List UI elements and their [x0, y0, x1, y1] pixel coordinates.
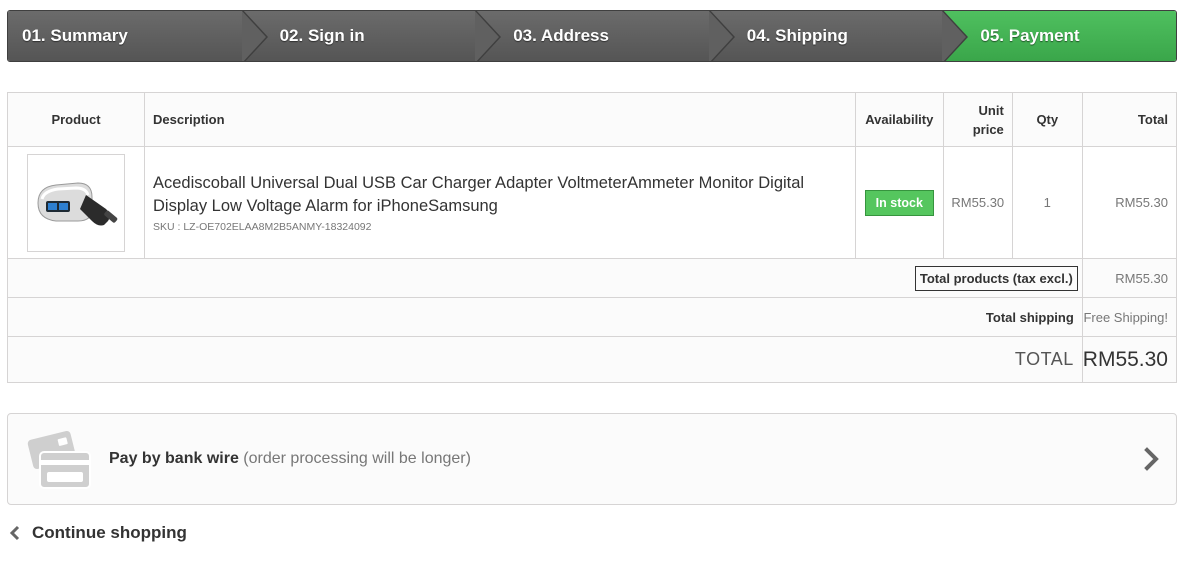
total-products-value: RM55.30 — [1081, 258, 1178, 298]
total-shipping-value: Free Shipping! — [1081, 297, 1178, 337]
step-divider-fill — [942, 11, 967, 61]
total-products-label-cell: Total products (tax excl.) — [7, 258, 1083, 298]
step-label: 04. Shipping — [746, 26, 848, 45]
car-charger-product-image — [37, 181, 118, 225]
step-sign-in[interactable]: 02. Sign in — [241, 11, 502, 61]
table-row: Acediscoball Universal Dual USB Car Char… — [7, 146, 1178, 259]
step-shipping[interactable]: 04. Shipping — [708, 11, 969, 61]
chevron-left-icon — [9, 525, 20, 541]
item-total-cell: RM55.30 — [1081, 146, 1178, 259]
product-sku: SKU : LZ-OE702ELAA8M2B5ANMY-18324092 — [153, 221, 372, 233]
header-qty: Qty — [1011, 92, 1083, 147]
summary-row-total: TOTAL RM55.30 — [7, 336, 1178, 383]
header-unit-price: Unit price — [942, 92, 1013, 147]
credit-card-icon — [27, 430, 91, 489]
payment-method-name: Pay by bank wire — [109, 450, 239, 467]
step-label: 01. Summary — [22, 26, 128, 45]
payment-method-text: Pay by bank wire (order processing will … — [109, 450, 471, 468]
header-product: Product — [7, 92, 145, 147]
in-stock-badge: In stock — [864, 189, 934, 216]
unit-price-cell: RM55.30 — [942, 146, 1013, 259]
product-description-cell: Acediscoball Universal Dual USB Car Char… — [144, 146, 856, 259]
product-name-link[interactable]: Acediscoball Universal Dual USB Car Char… — [153, 172, 815, 218]
header-description: Description — [144, 92, 856, 147]
step-label: 03. Address — [513, 26, 609, 45]
step-summary[interactable]: 01. Summary — [8, 11, 268, 61]
availability-cell: In stock — [854, 146, 944, 259]
header-unit-price-text: Unit price — [972, 102, 1004, 137]
cart-summary-table: Product Description Availability Unit pr… — [7, 92, 1178, 383]
continue-shopping-link[interactable]: Continue shopping — [9, 523, 187, 543]
grand-total-value: RM55.30 — [1081, 336, 1178, 383]
payment-method-note: (order processing will be longer) — [243, 450, 471, 467]
checkout-steps: 01. Summary 02. Sign in 03. Address 04. … — [7, 10, 1177, 62]
product-cell — [7, 146, 145, 259]
step-label: 02. Sign in — [279, 26, 365, 45]
continue-shopping-label: Continue shopping — [32, 523, 187, 542]
step-payment: 05. Payment — [942, 11, 1176, 61]
header-total: Total — [1081, 92, 1178, 147]
summary-row-products: Total products (tax excl.) RM55.30 — [7, 258, 1178, 298]
total-products-label: Total products (tax excl.) — [914, 265, 1078, 291]
step-label: 05. Payment — [980, 26, 1080, 45]
summary-row-shipping: Total shipping Free Shipping! — [7, 297, 1178, 337]
header-availability: Availability — [854, 92, 944, 147]
step-address[interactable]: 03. Address — [475, 11, 735, 61]
total-shipping-label: Total shipping — [7, 297, 1083, 337]
step-divider-fill — [241, 11, 266, 61]
qty-cell: 1 — [1011, 146, 1083, 259]
chevron-right-icon — [1144, 447, 1159, 471]
step-divider-fill — [475, 11, 500, 61]
step-divider-fill — [708, 11, 733, 61]
product-image-link[interactable] — [27, 153, 125, 252]
table-header-row: Product Description Availability Unit pr… — [7, 92, 1178, 147]
bank-wire-payment-option[interactable]: Pay by bank wire (order processing will … — [7, 413, 1177, 505]
grand-total-label: TOTAL — [7, 336, 1083, 383]
